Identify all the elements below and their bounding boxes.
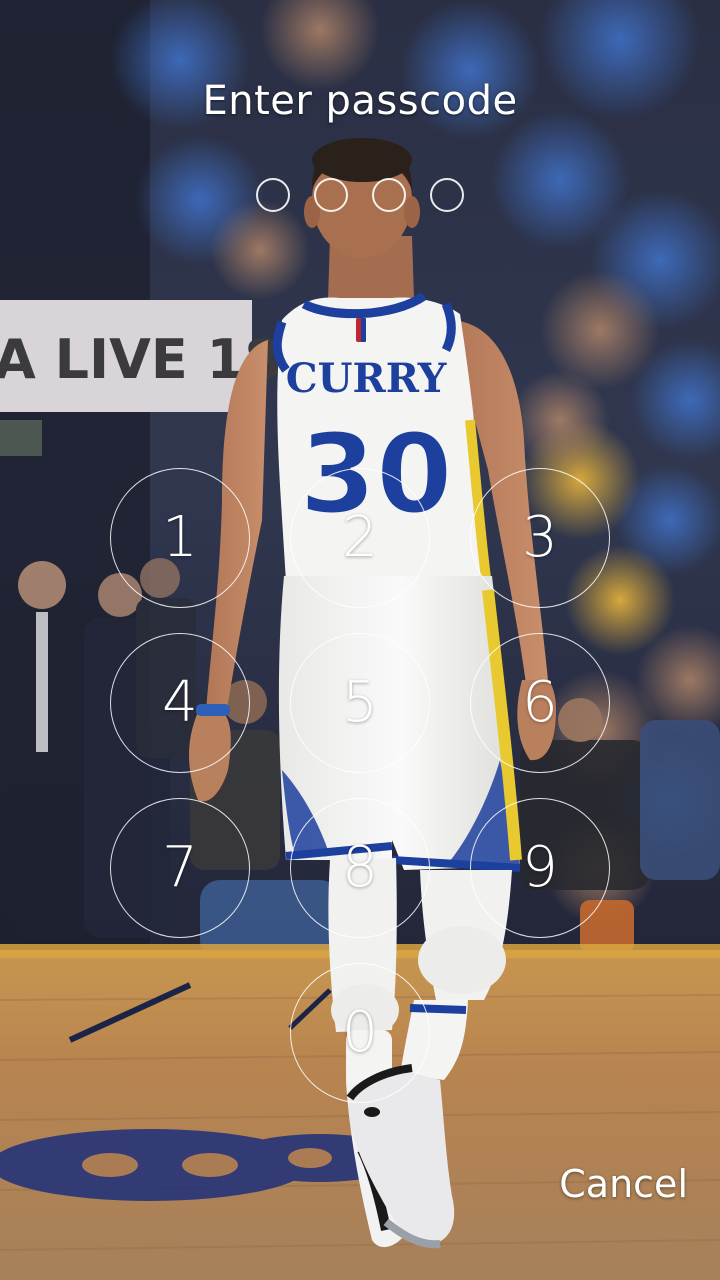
keypad-key-0[interactable]: 0: [290, 963, 430, 1103]
keypad-key-7[interactable]: 7: [110, 798, 250, 938]
key-label: 6: [522, 670, 558, 735]
keypad-key-4[interactable]: 4: [110, 633, 250, 773]
jersey-name: CURRY: [286, 355, 447, 402]
keypad-key-3[interactable]: 3: [470, 468, 610, 608]
passcode-title: Enter passcode: [202, 78, 518, 124]
passcode-dot: [256, 178, 290, 212]
key-label: 4: [162, 670, 198, 735]
keypad-key-6[interactable]: 6: [470, 633, 610, 773]
lock-screen: A LIVE 18 CURRY 30 Enter passcode 1 2 3 …: [0, 0, 720, 1280]
passcode-dot: [314, 178, 348, 212]
key-label: 7: [162, 835, 198, 900]
key-label: 9: [522, 835, 558, 900]
key-label: 3: [522, 505, 558, 570]
passcode-dot: [372, 178, 406, 212]
key-label: 0: [342, 1000, 378, 1065]
key-label: 1: [162, 505, 198, 570]
key-label: 8: [342, 835, 378, 900]
keypad-key-8[interactable]: 8: [290, 798, 430, 938]
keypad-key-9[interactable]: 9: [470, 798, 610, 938]
key-label: 2: [342, 505, 378, 570]
passcode-indicator: [254, 178, 466, 218]
keypad-key-5[interactable]: 5: [290, 633, 430, 773]
cancel-button[interactable]: Cancel: [559, 1162, 688, 1206]
keypad-key-1[interactable]: 1: [110, 468, 250, 608]
passcode-dot: [430, 178, 464, 212]
keypad-key-2[interactable]: 2: [290, 468, 430, 608]
key-label: 5: [342, 670, 378, 735]
